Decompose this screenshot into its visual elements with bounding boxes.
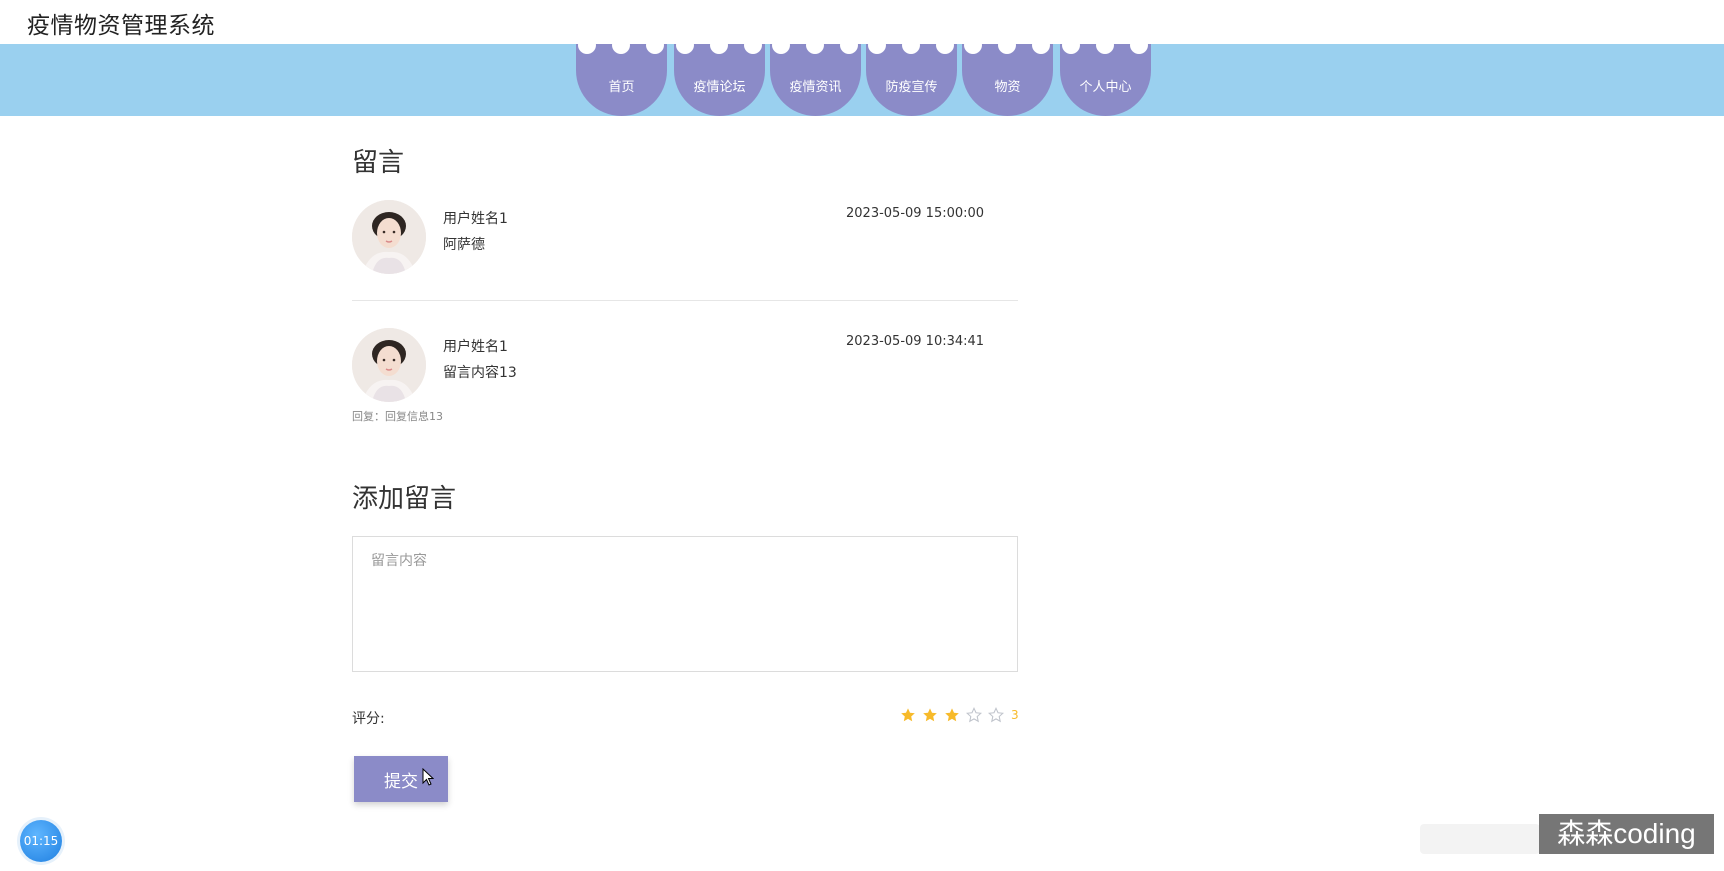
recording-timer: 01:15 <box>20 820 62 862</box>
message-username: 用户姓名1 <box>443 339 508 355</box>
nav-item-prevention[interactable]: 防疫宣传 <box>866 44 957 116</box>
nav-item-profile[interactable]: 个人中心 <box>1060 44 1151 116</box>
star-icon[interactable] <box>922 707 938 723</box>
message-content: 留言内容13 <box>443 365 517 381</box>
message-content-input[interactable] <box>352 536 1018 672</box>
avatar <box>352 200 426 274</box>
star-outline-icon[interactable] <box>966 707 982 723</box>
mouse-pointer-icon <box>422 768 434 786</box>
star-outline-icon[interactable] <box>988 707 1004 723</box>
star-icon[interactable] <box>944 707 960 723</box>
star-icon[interactable] <box>900 707 916 723</box>
avatar <box>352 328 426 402</box>
message-content: 阿萨德 <box>443 237 485 253</box>
rating-value: 3 <box>1011 708 1019 722</box>
watermark-shadow <box>1420 824 1540 854</box>
watermark: 森森coding <box>1539 814 1714 854</box>
rating-label: 评分: <box>352 711 385 727</box>
nav-item-home[interactable]: 首页 <box>576 44 667 116</box>
nav-menu: 首页 疫情论坛 疫情资讯 防疫宣传 物资 个人中心 <box>576 36 1151 116</box>
nav-item-news[interactable]: 疫情资讯 <box>770 44 861 116</box>
nav-item-forum[interactable]: 疫情论坛 <box>674 44 765 116</box>
message-username: 用户姓名1 <box>443 211 508 227</box>
site-title: 疫情物资管理系统 <box>27 13 215 39</box>
message-divider <box>352 300 1018 301</box>
add-message-heading: 添加留言 <box>352 484 457 514</box>
rating-stars: 3 <box>900 704 1019 726</box>
messages-heading: 留言 <box>352 148 405 178</box>
message-time: 2023-05-09 10:34:41 <box>846 334 985 349</box>
nav-scallop-edge <box>576 36 1151 54</box>
message-reply: 回复：回复信息13 <box>352 410 443 423</box>
nav-item-supplies[interactable]: 物资 <box>962 44 1053 116</box>
message-time: 2023-05-09 15:00:00 <box>846 206 985 221</box>
